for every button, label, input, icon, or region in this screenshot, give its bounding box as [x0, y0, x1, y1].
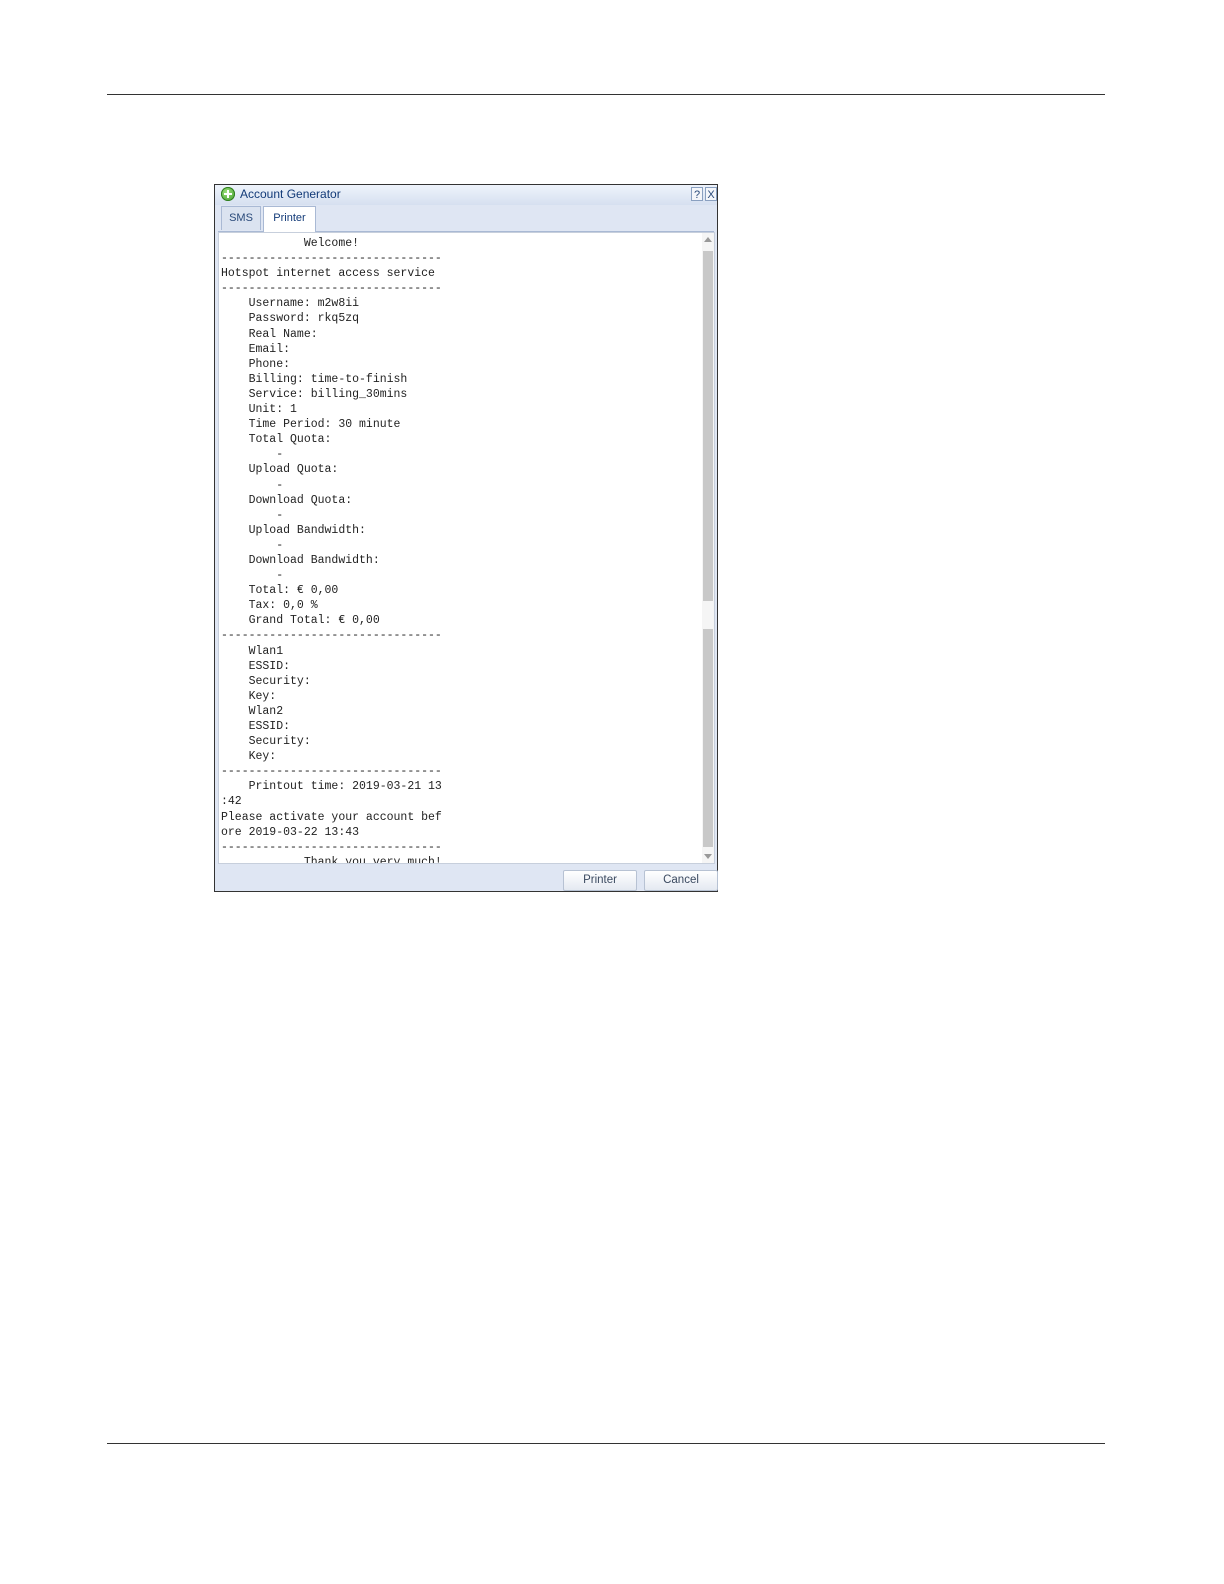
scroll-up-icon[interactable] [704, 237, 712, 242]
printer-button[interactable]: Printer [563, 870, 637, 891]
receipt-text: Welcome! -------------------------------… [221, 237, 442, 864]
dialog-footer: Printer Cancel [215, 866, 718, 891]
add-account-icon [221, 187, 235, 201]
close-button[interactable]: X [705, 187, 717, 201]
receipt-preview[interactable]: Welcome! -------------------------------… [218, 232, 715, 864]
scrollbar-thumb[interactable] [703, 251, 713, 601]
tab-bar: SMS Printer [218, 206, 714, 232]
tab-sms[interactable]: SMS [221, 206, 261, 230]
bottom-rule [107, 1443, 1105, 1444]
vertical-scrollbar[interactable] [702, 233, 714, 863]
scroll-down-icon[interactable] [704, 854, 712, 859]
dialog-title: Account Generator [240, 187, 341, 201]
account-generator-dialog: Account Generator ? X SMS Printer Welcom… [214, 184, 718, 892]
tab-printer[interactable]: Printer [263, 206, 316, 232]
cancel-button[interactable]: Cancel [644, 870, 718, 891]
top-rule [107, 94, 1105, 95]
help-button[interactable]: ? [691, 187, 703, 201]
scrollbar-track-lower [703, 629, 713, 847]
dialog-titlebar: Account Generator ? X [215, 185, 717, 205]
